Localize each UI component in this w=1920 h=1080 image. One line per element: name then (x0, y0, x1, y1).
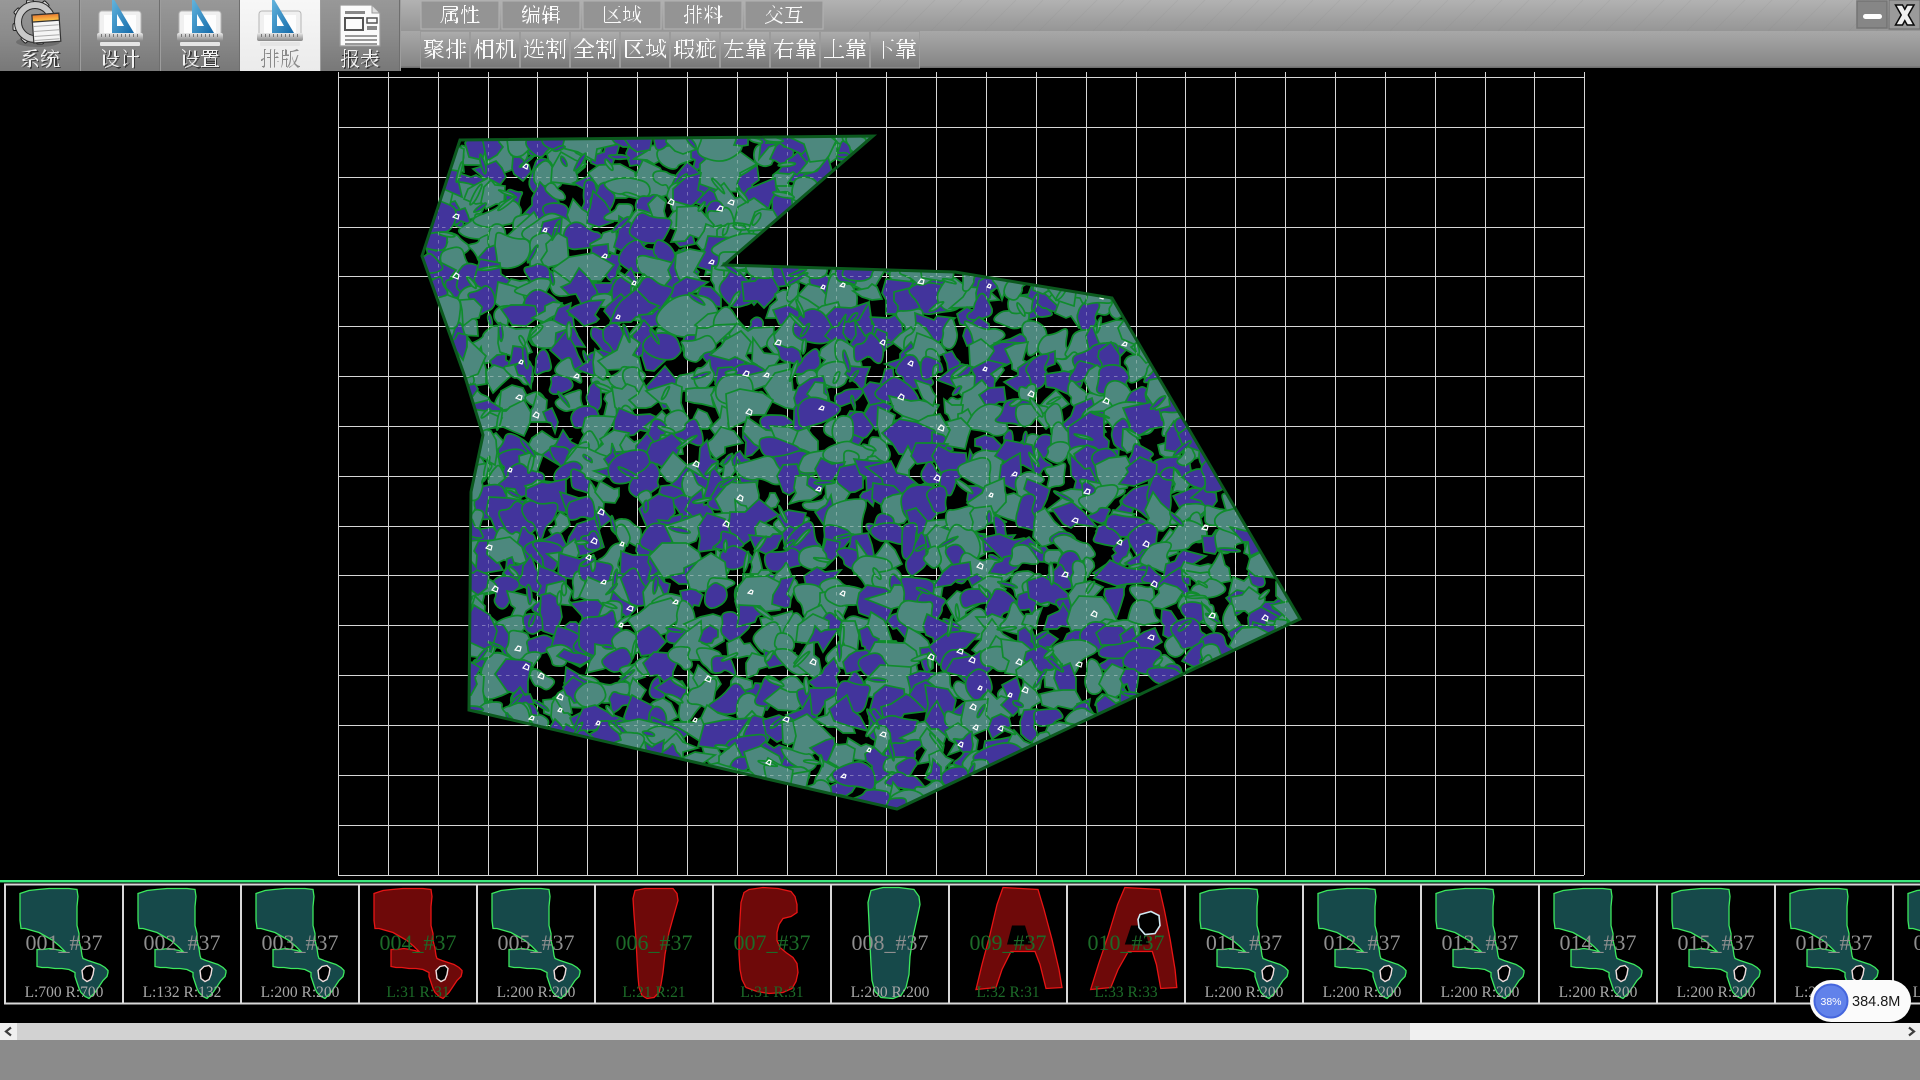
svg-text:L:21 R:21: L:21 R:21 (622, 984, 685, 1001)
svg-text:014_#37: 014_#37 (1560, 930, 1637, 955)
svg-text:013_#37: 013_#37 (1442, 930, 1519, 955)
svg-text:008_#37: 008_#37 (852, 930, 929, 955)
svg-text:003_#37: 003_#37 (262, 930, 339, 955)
svg-text:L:200 R:200: L:200 R:200 (1205, 984, 1284, 1001)
svg-text:002_#37: 002_#37 (144, 930, 221, 955)
svg-text:L:32 R:31: L:32 R:31 (976, 984, 1039, 1001)
svg-text:L:200 R:200: L:200 R:200 (1323, 984, 1402, 1001)
svg-text:L:200 R:200: L:200 R:200 (497, 984, 576, 1001)
svg-text:001_#37: 001_#37 (26, 930, 103, 955)
svg-text:016_#37: 016_#37 (1796, 930, 1873, 955)
svg-text:L:132 R:132: L:132 R:132 (143, 984, 222, 1001)
svg-text:L:200 R:200: L:200 R:200 (1677, 984, 1756, 1001)
svg-text:L:200 R:200: L:200 R:200 (851, 984, 930, 1001)
svg-text:L:200 R:200: L:200 R:200 (261, 984, 340, 1001)
svg-text:384.8M: 384.8M (1852, 994, 1900, 1010)
svg-text:38%: 38% (1820, 996, 1841, 1008)
svg-text:L:33 R:33: L:33 R:33 (1094, 984, 1158, 1001)
svg-text:017_#37: 017_#37 (1914, 930, 1920, 955)
svg-text:004_#37: 004_#37 (380, 930, 457, 955)
svg-text:005_#37: 005_#37 (498, 930, 575, 955)
svg-text:L:200 R:200: L:200 R:200 (1559, 984, 1638, 1001)
svg-text:007_#37: 007_#37 (734, 930, 811, 955)
svg-text:L:31 R:31: L:31 R:31 (386, 984, 449, 1001)
svg-text:011_#37: 011_#37 (1206, 930, 1282, 955)
svg-text:L:200 R:200: L:200 R:200 (1441, 984, 1520, 1001)
svg-text:L:31 R:31: L:31 R:31 (740, 984, 803, 1001)
svg-text:006_#37: 006_#37 (616, 930, 693, 955)
svg-text:L:700 R:700: L:700 R:700 (25, 984, 104, 1001)
svg-text:009_#37: 009_#37 (970, 930, 1047, 955)
svg-text:010_#37: 010_#37 (1088, 930, 1165, 955)
svg-text:015_#37: 015_#37 (1678, 930, 1755, 955)
svg-text:L:200 R:200: L:200 R:200 (1913, 984, 1920, 1001)
svg-text:012_#37: 012_#37 (1324, 930, 1401, 955)
